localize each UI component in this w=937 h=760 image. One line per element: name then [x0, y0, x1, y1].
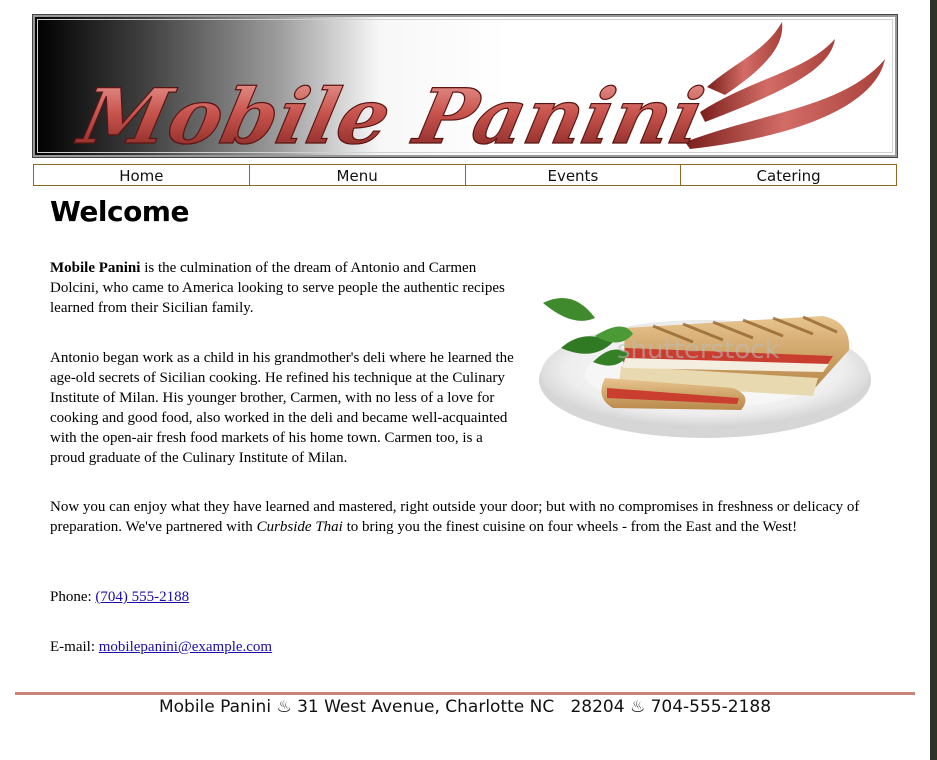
brand-logo: Mobile Panini [69, 22, 885, 155]
nav-home[interactable]: Home [33, 164, 250, 186]
email-link[interactable]: mobilepanini@example.com [99, 639, 272, 655]
photo-watermark: shutterstock [617, 335, 780, 365]
history-paragraph: Antonio began work as a child in his gra… [50, 350, 514, 466]
right-edge-bar [930, 0, 937, 760]
panini-photo: shutterstock [533, 238, 871, 460]
main-content: Welcome Mobile Panini is the culmination… [50, 190, 880, 655]
email-label: E-mail: [50, 639, 99, 655]
intro-paragraph: Mobile Panini is the culmination of the … [50, 258, 520, 318]
nav-events[interactable]: Events [465, 164, 682, 186]
brand-title: Mobile Panini [69, 73, 711, 155]
partnership-paragraph: Now you can enjoy what they have learned… [50, 499, 860, 535]
nav-catering[interactable]: Catering [681, 164, 897, 186]
page-title: Welcome [50, 195, 189, 228]
nav-menu[interactable]: Menu [249, 164, 466, 186]
intro-brand-name: Mobile Panini [50, 260, 141, 276]
phone-link[interactable]: (704) 555-2188 [95, 589, 189, 605]
site-banner: Mobile Panini [32, 14, 898, 158]
partner-name: Curbside Thai [256, 519, 343, 535]
phone-label: Phone: [50, 589, 96, 605]
email-line: E-mail: mobilepanini@example.com [50, 637, 880, 657]
phone-line: Phone: (704) 555-2188 [50, 587, 880, 607]
flame-swoosh-icon [685, 22, 885, 149]
footer-divider [15, 692, 915, 695]
footer-address: Mobile Panini ♨ 31 West Avenue, Charlott… [158, 697, 772, 717]
main-nav: Home Menu Events Catering [33, 164, 897, 186]
